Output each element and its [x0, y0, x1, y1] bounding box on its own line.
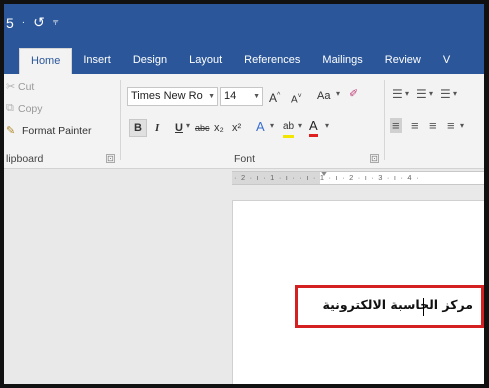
tab-design[interactable]: Design: [122, 48, 178, 74]
change-case-button[interactable]: Aa: [317, 88, 330, 104]
screenshot-frame: 5 · ↺ ⫧ Home Insert Design Layout Refere…: [0, 0, 489, 388]
undo-icon[interactable]: 5: [6, 15, 14, 31]
chevron-down-icon: ▾: [453, 89, 458, 98]
italic-button[interactable]: I: [155, 120, 159, 136]
text-cursor: [423, 298, 424, 316]
cut-button[interactable]: Cut: [18, 81, 34, 93]
text-highlight-box: مركز الحاسبة الالكترونية: [295, 285, 484, 328]
clear-formatting-icon[interactable]: ✐: [349, 87, 358, 100]
copy-button[interactable]: Copy: [18, 103, 43, 115]
ribbon-separator: [120, 80, 121, 160]
customize-qat-icon[interactable]: ⫧: [53, 17, 59, 28]
font-family-select[interactable]: Times New Ro ▼: [127, 87, 218, 106]
chevron-down-icon: ▾: [429, 89, 434, 98]
tab-mailings[interactable]: Mailings: [311, 48, 373, 74]
highlight-color-button[interactable]: ab: [283, 119, 295, 138]
strikethrough-button[interactable]: abc: [195, 120, 210, 136]
multilevel-list-icon[interactable]: ☰: [440, 87, 451, 101]
font-launcher-icon[interactable]: ⊡: [370, 154, 379, 163]
clipboard-launcher-icon[interactable]: ⊡: [106, 154, 115, 163]
undo-dropdown-icon[interactable]: ·: [22, 17, 25, 28]
word-window: 5 · ↺ ⫧ Home Insert Design Layout Refere…: [4, 4, 484, 384]
font-size-select[interactable]: 14 ▼: [220, 87, 263, 106]
align-right-icon[interactable]: ≡: [429, 118, 437, 133]
cut-icon[interactable]: ✂: [6, 80, 15, 93]
grow-font-button[interactable]: A^: [269, 88, 280, 106]
text-effects-button[interactable]: A: [256, 119, 265, 135]
font-family-value: Times New Ro: [131, 90, 203, 102]
document-text[interactable]: مركز الحاسبة الالكترونية: [304, 297, 473, 312]
font-group-label: Font: [234, 153, 256, 165]
align-center-icon[interactable]: ≡: [411, 118, 419, 133]
format-painter-icon[interactable]: ✎: [6, 124, 15, 137]
chevron-down-icon: ▾: [405, 89, 410, 98]
underline-button[interactable]: U: [175, 120, 183, 136]
horizontal-ruler[interactable]: · 2 · ı · 1 · ı · · ı · 1 · ı · 2 · ı · …: [232, 171, 484, 185]
chevron-down-icon: ▼: [208, 93, 215, 100]
superscript-button[interactable]: x²: [232, 120, 241, 136]
tab-insert[interactable]: Insert: [72, 48, 122, 74]
align-left-icon[interactable]: ≡: [390, 118, 402, 133]
justify-icon[interactable]: ≡: [447, 118, 455, 133]
chevron-down-icon: ▾: [270, 121, 275, 130]
numbering-icon[interactable]: ☰: [416, 87, 427, 101]
subscript-button[interactable]: x₂: [214, 120, 224, 136]
chevron-down-icon: ▾: [186, 121, 191, 130]
bold-button[interactable]: B: [129, 119, 147, 137]
ribbon-home: ✂ Cut ⧉ Copy ✎ Format Painter lipboard ⊡…: [4, 74, 484, 169]
chevron-down-icon: ▾: [460, 121, 465, 130]
title-bar: 5 · ↺ ⫧: [4, 4, 484, 44]
chevron-down-icon: ▼: [253, 93, 260, 100]
tab-layout[interactable]: Layout: [178, 48, 233, 74]
tab-review[interactable]: Review: [374, 48, 432, 74]
copy-icon[interactable]: ⧉: [6, 102, 14, 115]
clipboard-group-label: lipboard: [6, 153, 44, 165]
indent-marker-icon[interactable]: [320, 172, 328, 176]
redo-icon[interactable]: ↺: [33, 14, 45, 31]
chevron-down-icon: ▾: [325, 121, 330, 130]
font-size-value: 14: [224, 90, 237, 102]
chevron-down-icon: ▾: [336, 89, 341, 98]
format-painter-button[interactable]: Format Painter: [22, 125, 91, 137]
ruler-area: · 2 · ı · 1 · ı · · ı · 1 · ı · 2 · ı · …: [4, 169, 484, 188]
ribbon-tabs: Home Insert Design Layout References Mai…: [4, 44, 484, 74]
quick-access-toolbar: 5 · ↺ ⫧: [6, 14, 59, 31]
font-color-button[interactable]: A: [309, 118, 318, 137]
bullets-icon[interactable]: ☰: [392, 87, 403, 101]
document-page[interactable]: مركز الحاسبة الالكترونية: [232, 200, 484, 384]
chevron-down-icon: ▾: [298, 121, 303, 130]
ribbon-separator: [384, 80, 385, 160]
tab-references[interactable]: References: [233, 48, 311, 74]
shrink-font-button[interactable]: A˅: [291, 89, 302, 108]
tab-view[interactable]: V: [432, 48, 461, 74]
tab-home[interactable]: Home: [19, 48, 73, 74]
